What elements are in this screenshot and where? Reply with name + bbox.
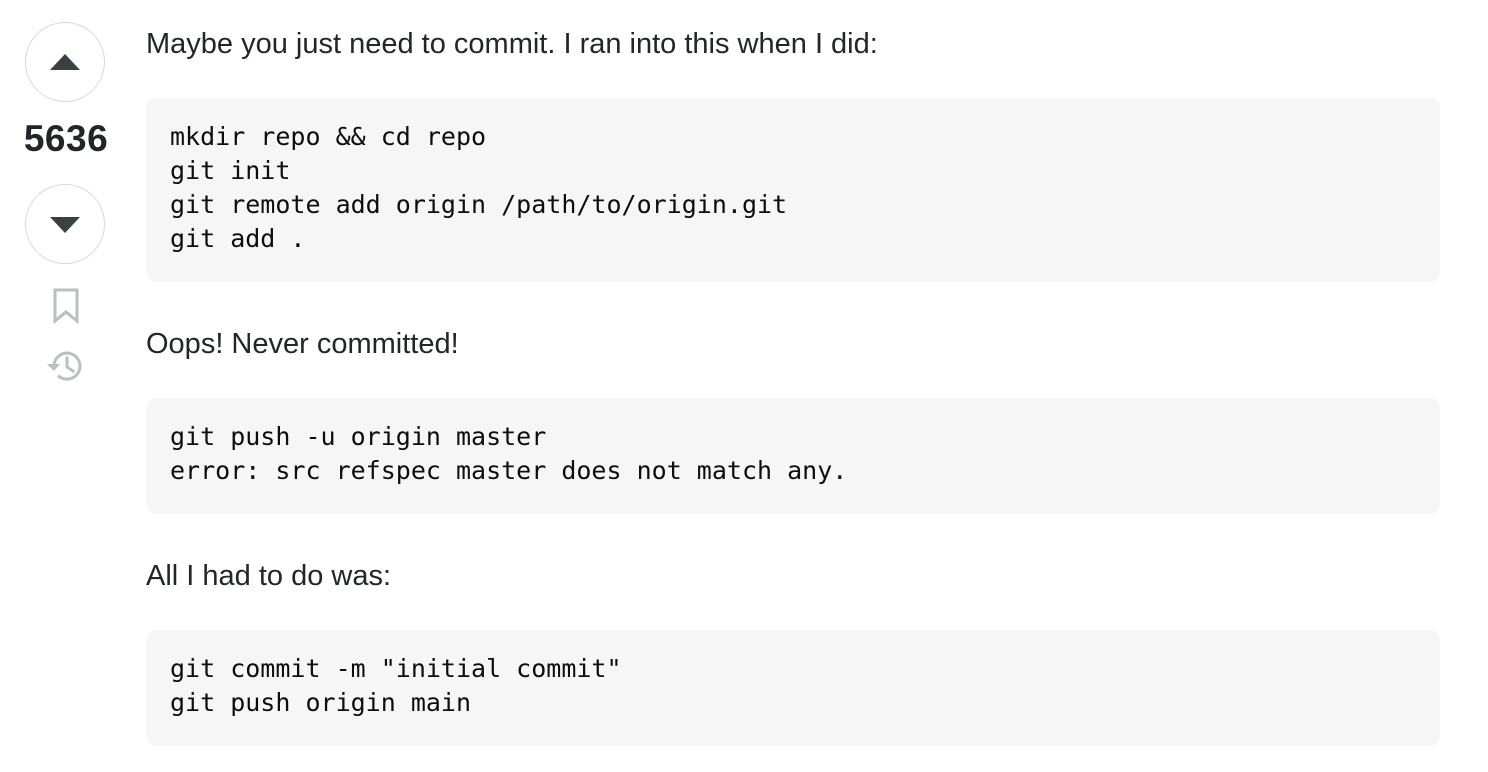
vote-column: 5636 bbox=[0, 0, 132, 772]
code-line: git commit -m "initial commit" bbox=[170, 654, 622, 683]
answer-paragraph: All I had to do was: bbox=[146, 560, 392, 592]
bookmark-button[interactable] bbox=[51, 288, 81, 325]
code-line: mkdir repo && cd repo bbox=[170, 122, 487, 151]
code-line: error: src refspec master does not match… bbox=[170, 456, 848, 485]
history-button[interactable] bbox=[45, 346, 85, 386]
code-line: git init bbox=[170, 156, 291, 185]
downvote-arrow-icon bbox=[50, 217, 80, 233]
code-line: git remote add origin /path/to/origin.gi… bbox=[170, 190, 788, 219]
code-line: git add . bbox=[170, 224, 306, 253]
code-block: mkdir repo && cd repo git init git remot… bbox=[146, 98, 1440, 282]
history-icon bbox=[47, 351, 82, 381]
upvote-button[interactable] bbox=[25, 22, 105, 102]
upvote-arrow-icon bbox=[50, 54, 80, 70]
answer-post: 5636 Maybe you just need to commit. I ra… bbox=[0, 0, 1488, 772]
answer-paragraph: Maybe you just need to commit. I ran int… bbox=[146, 28, 878, 60]
vote-count: 5636 bbox=[23, 118, 109, 159]
code-line: git push origin main bbox=[170, 688, 472, 717]
code-line: git push -u origin master bbox=[170, 422, 547, 451]
code-block: git push -u origin master error: src ref… bbox=[146, 398, 1440, 514]
bookmark-icon bbox=[53, 288, 79, 325]
answer-paragraph: Oops! Never committed! bbox=[146, 328, 459, 360]
code-block: git commit -m "initial commit" git push … bbox=[146, 630, 1440, 746]
downvote-button[interactable] bbox=[25, 184, 105, 264]
